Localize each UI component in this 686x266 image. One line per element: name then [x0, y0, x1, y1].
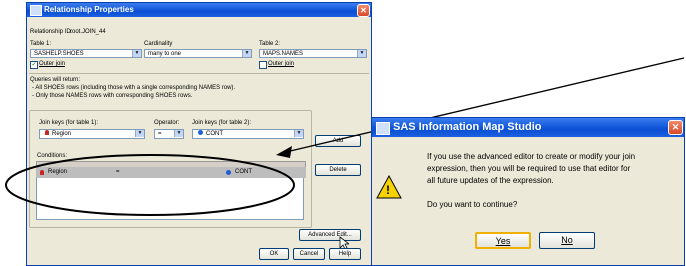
- app-icon: [376, 122, 390, 135]
- message-question: Do you want to continue?: [427, 200, 518, 209]
- no-button[interactable]: No: [539, 232, 595, 249]
- warning-glyph: !: [386, 183, 390, 197]
- close-icon[interactable]: ✕: [668, 120, 683, 135]
- sas-message-dialog: SAS Information Map Studio ✕ ! If you us…: [371, 117, 685, 266]
- message-title: SAS Information Map Studio: [393, 121, 542, 133]
- annotation-ellipse: [5, 154, 295, 216]
- message-line-3: all future updates of the expression.: [427, 176, 554, 185]
- message-line-2: expression, then you will be required to…: [427, 164, 631, 173]
- message-title-bar[interactable]: SAS Information Map Studio ✕: [372, 118, 684, 137]
- yes-button[interactable]: Yes: [475, 232, 531, 249]
- message-line-1: If you use the advanced editor to create…: [427, 152, 636, 161]
- yes-label: Yes: [495, 236, 511, 246]
- annotation-arrowhead: [276, 146, 292, 158]
- no-label: No: [561, 235, 573, 245]
